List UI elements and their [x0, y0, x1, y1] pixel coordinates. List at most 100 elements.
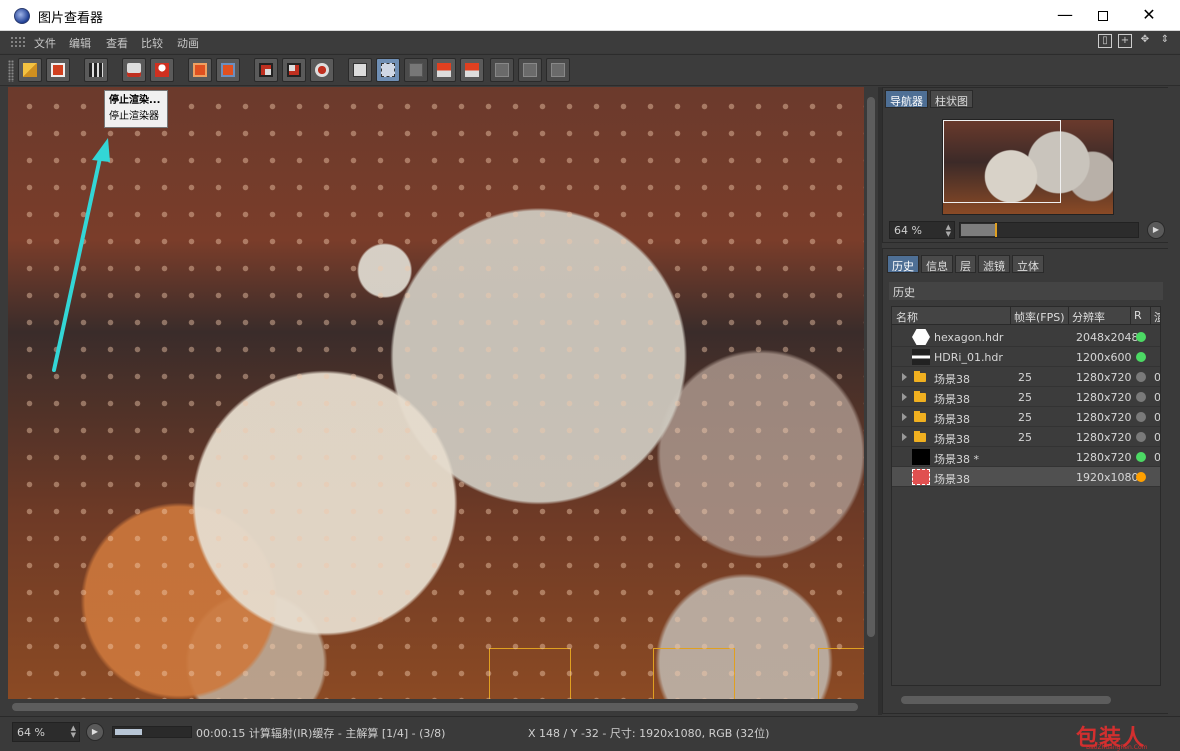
set-a-button[interactable] [432, 58, 456, 82]
navigator-slider-handle[interactable] [995, 223, 998, 237]
open-icon [23, 63, 37, 77]
stop-render-button[interactable] [122, 58, 146, 82]
history-row[interactable]: HDRi_01.hdr 1200x600 [892, 347, 1160, 367]
menu-file[interactable]: 文件 [34, 35, 56, 51]
row-name: 场景38 [934, 433, 970, 446]
delete-button[interactable] [188, 58, 212, 82]
region-button[interactable] [254, 58, 278, 82]
row-resolution: 1200x600 [1076, 351, 1132, 364]
clone-button[interactable] [310, 58, 334, 82]
menu-animation[interactable]: 动画 [177, 35, 199, 51]
tab-filters[interactable]: 滤镜 [978, 255, 1010, 273]
move-icon[interactable]: ✥ [1138, 34, 1152, 48]
save-icon [51, 63, 65, 77]
column-divider[interactable] [1130, 307, 1131, 325]
history-row[interactable]: 场景38 25 1280x720 0 [892, 387, 1160, 407]
folder-icon [914, 411, 926, 422]
ab-button[interactable] [348, 58, 372, 82]
history-row[interactable]: 场景38 25 1280x720 0 [892, 367, 1160, 387]
history-panel: 历史 信息 层 滤镜 立体 历史 名称 帧率(FPS) 分辨率 R 渲 hexa… [882, 248, 1172, 714]
history-horizontal-scrollbar[interactable] [891, 695, 1161, 705]
ab-compare-button[interactable] [376, 58, 400, 82]
tab-navigator[interactable]: 导航器 [885, 90, 928, 108]
spinner-icon[interactable]: ▲ ▼ [946, 224, 951, 238]
viewer-vertical-scrollbar[interactable] [866, 87, 876, 699]
navigator-thumbnail[interactable] [942, 119, 1114, 215]
hexagon-thumbnail-icon [912, 329, 930, 345]
menu-compare[interactable]: 比较 [141, 35, 163, 51]
stop-render-tooltip: 停止渲染... 停止渲染器 [104, 90, 168, 128]
compare-3-icon [551, 63, 565, 77]
column-r[interactable]: R [1134, 309, 1142, 322]
maximize-button[interactable] [1080, 0, 1126, 31]
folder-icon [914, 431, 926, 442]
render-animation-button[interactable] [84, 58, 108, 82]
expand-arrow-icon[interactable] [902, 373, 907, 381]
history-row[interactable]: hexagon.hdr 2048x2048 [892, 327, 1160, 347]
history-horizontal-scroll-thumb[interactable] [901, 696, 1111, 704]
navigator-play-icon[interactable]: ▶ [1147, 221, 1165, 239]
column-render[interactable]: 渲 [1154, 309, 1160, 325]
panel-vertical-scrollbar[interactable] [1168, 87, 1178, 715]
history-row[interactable]: 场景38 1920x1080 [892, 467, 1160, 487]
column-divider[interactable] [1068, 307, 1069, 325]
render-status-text: 00:00:15 计算辐射(IR)缓存 - 主解算 [1/4] - (3/8) [196, 727, 446, 740]
navigator-zoom-slider[interactable] [959, 222, 1139, 238]
history-section-header[interactable]: 历史 [889, 282, 1163, 300]
expand-arrow-icon[interactable] [902, 433, 907, 441]
render-image-view[interactable] [8, 87, 864, 699]
compare-3-button[interactable] [546, 58, 570, 82]
spinner-icon[interactable]: ▲ ▼ [71, 725, 76, 739]
history-row[interactable]: 场景38 25 1280x720 0 [892, 427, 1160, 447]
column-name[interactable]: 名称 [896, 309, 918, 325]
expand-arrow-icon[interactable] [902, 393, 907, 401]
render-bucket [489, 648, 571, 699]
status-play-icon[interactable]: ▶ [86, 723, 104, 741]
navigator-view-frame[interactable] [943, 120, 1061, 203]
viewer-horizontal-scrollbar[interactable] [8, 702, 864, 712]
ab-alt-button[interactable] [404, 58, 428, 82]
column-divider[interactable] [1150, 307, 1151, 325]
column-fps[interactable]: 帧率(FPS) [1014, 309, 1065, 325]
resize-icon[interactable]: ⇕ [1158, 34, 1172, 48]
menu-edit[interactable]: 编辑 [69, 35, 91, 51]
row-fps: 25 [1018, 431, 1032, 444]
history-row[interactable]: 场景38 25 1280x720 0 [892, 407, 1160, 427]
close-button[interactable]: ✕ [1126, 0, 1172, 31]
save-button[interactable] [46, 58, 70, 82]
navigator-zoom-field[interactable]: 64 % ▲ ▼ [889, 221, 955, 239]
folder-icon [914, 371, 926, 382]
viewer-horizontal-scroll-thumb[interactable] [12, 703, 858, 711]
row-resolution: 1280x720 [1076, 371, 1132, 384]
tab-layers[interactable]: 层 [955, 255, 976, 273]
new-window-icon[interactable]: + [1118, 34, 1132, 48]
open-button[interactable] [18, 58, 42, 82]
tab-histogram[interactable]: 柱状图 [930, 90, 973, 108]
render-user-icon [155, 63, 169, 77]
menu-grip-icon[interactable] [10, 36, 26, 48]
column-divider[interactable] [1010, 307, 1011, 325]
history-row[interactable]: 场景38 * 1280x720 0 [892, 447, 1160, 467]
viewer-vertical-scroll-thumb[interactable] [867, 97, 875, 637]
row-fps: 25 [1018, 371, 1032, 384]
zoom-field[interactable]: 64 % ▲ ▼ [12, 722, 80, 742]
tab-history[interactable]: 历史 [887, 255, 919, 273]
tab-info[interactable]: 信息 [921, 255, 953, 273]
toolbar-grip-icon[interactable] [8, 60, 14, 82]
render-user-button[interactable] [150, 58, 174, 82]
delete-icon [193, 63, 207, 77]
expand-arrow-icon[interactable] [902, 413, 907, 421]
panel-layout-icon[interactable]: ▯ [1098, 34, 1112, 48]
coordinates-readout: X 148 / Y -32 - 尺寸: 1920x1080, RGB (32位) [528, 727, 770, 740]
column-resolution[interactable]: 分辨率 [1072, 309, 1105, 325]
compare-2-button[interactable] [518, 58, 542, 82]
delete-all-button[interactable] [216, 58, 240, 82]
ab-alt-icon [409, 63, 423, 77]
tab-stereo[interactable]: 立体 [1012, 255, 1044, 273]
menu-view[interactable]: 查看 [106, 35, 128, 51]
compare-1-button[interactable] [490, 58, 514, 82]
set-b-button[interactable] [460, 58, 484, 82]
toolbar [0, 54, 1180, 86]
render-status-dot [1136, 472, 1146, 482]
region-alt-button[interactable] [282, 58, 306, 82]
